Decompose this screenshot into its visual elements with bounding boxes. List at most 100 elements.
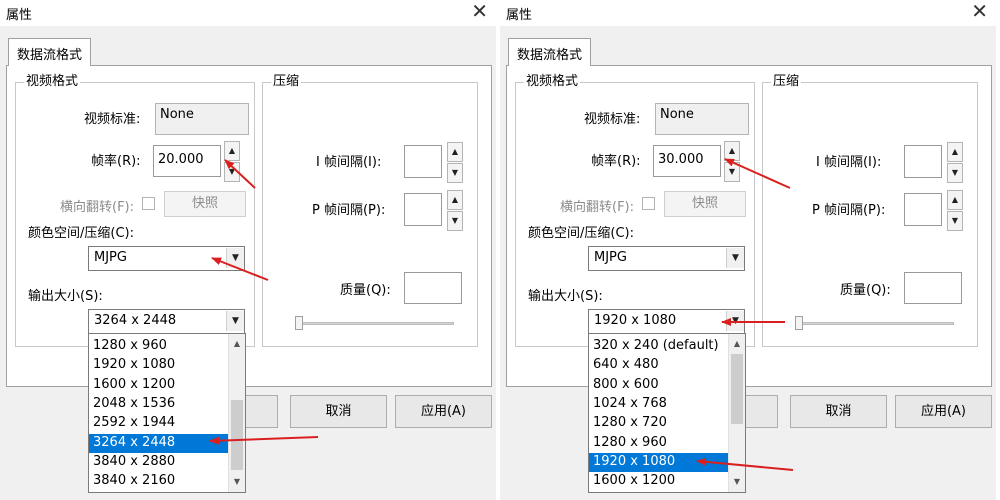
dropdown-item[interactable]: 3840 x 2160: [89, 472, 228, 491]
snapshot-button[interactable]: 快照: [164, 191, 246, 217]
window-title: 属性: [6, 8, 33, 23]
quality-slider[interactable]: [296, 322, 454, 325]
dropdown-item[interactable]: 3840 x 2880: [89, 453, 228, 472]
colorspace-value: MJPG: [594, 250, 627, 265]
chevron-down-icon[interactable]: ▼: [726, 248, 744, 268]
video-standard-label: 视频标准:: [584, 112, 641, 127]
dropdown-item[interactable]: 640 x 480: [589, 356, 728, 375]
tab-stream-format[interactable]: 数据流格式: [508, 38, 592, 66]
cancel-button[interactable]: 取消: [290, 395, 387, 428]
close-icon[interactable]: ✕: [971, 1, 988, 21]
output-size-dropdown-list[interactable]: 320 x 240 (default) 640 x 480 800 x 600 102…: [588, 333, 746, 493]
scroll-up-icon[interactable]: ▲: [729, 336, 745, 352]
scroll-down-icon[interactable]: ▼: [229, 474, 245, 490]
tab-label: 数据流格式: [17, 48, 83, 63]
flip-checkbox[interactable]: [142, 197, 155, 210]
scroll-up-icon[interactable]: ▲: [229, 336, 245, 352]
apply-button[interactable]: 应用(A): [395, 395, 492, 428]
spin-down-button[interactable]: ▼: [947, 163, 963, 183]
i-frame-interval-label: I 帧间隔(I):: [316, 155, 382, 170]
scrollbar-thumb[interactable]: [231, 400, 243, 470]
properties-dialog-left: 属性 ✕ 数据流格式 视频格式 压缩 视频标准: None 帧率(R): 20.…: [0, 0, 496, 500]
dropdown-item[interactable]: 1024 x 768: [589, 395, 728, 414]
i-frame-interval-input[interactable]: [904, 145, 942, 178]
p-frame-interval-label: P 帧间隔(P):: [812, 203, 886, 218]
dropdown-item[interactable]: 1920 x 1080: [89, 356, 228, 375]
tab-label: 数据流格式: [517, 48, 583, 63]
spin-down-button[interactable]: ▼: [724, 162, 740, 182]
dropdown-item[interactable]: 1280 x 720: [589, 414, 728, 433]
i-frame-interval-input[interactable]: [404, 145, 442, 178]
output-size-select[interactable]: 1920 x 1080 ▼: [588, 309, 745, 334]
spin-up-button[interactable]: ▲: [724, 141, 740, 161]
flip-checkbox[interactable]: [642, 197, 655, 210]
colorspace-value: MJPG: [94, 250, 127, 265]
apply-button[interactable]: 应用(A): [895, 395, 992, 428]
window-title: 属性: [506, 8, 533, 23]
group-label: 视频格式: [24, 74, 81, 90]
group-label: 压缩: [271, 74, 302, 90]
dropdown-item[interactable]: 1280 x 960: [589, 434, 728, 453]
tab-panel: 视频格式 压缩 视频标准: None 帧率(R): 30.000 ▲ ▼ 横向翻…: [506, 65, 992, 387]
output-size-select[interactable]: 3264 x 2448 ▼: [88, 309, 245, 334]
dropdown-item[interactable]: 1280 x 960: [89, 337, 228, 356]
output-size-label: 输出大小(S):: [528, 289, 603, 304]
output-size-value: 3264 x 2448: [94, 313, 177, 328]
spin-down-button[interactable]: ▼: [947, 211, 963, 231]
title-bar: 属性 ✕: [500, 0, 996, 26]
dropdown-item-selected[interactable]: 1920 x 1080: [589, 452, 728, 472]
slider-thumb[interactable]: [295, 316, 303, 330]
framerate-input[interactable]: 30.000: [653, 145, 721, 177]
spin-down-button[interactable]: ▼: [447, 211, 463, 231]
chevron-down-icon[interactable]: ▼: [226, 311, 244, 331]
flip-label: 横向翻转(F):: [560, 200, 635, 215]
quality-label: 质量(Q):: [840, 283, 891, 298]
quality-input[interactable]: [904, 272, 962, 304]
dropdown-item[interactable]: 800 x 600: [589, 376, 728, 395]
scrollbar-thumb[interactable]: [731, 354, 743, 424]
tab-stream-format[interactable]: 数据流格式: [8, 38, 92, 66]
dropdown-item-selected[interactable]: 3264 x 2448: [89, 433, 228, 453]
p-frame-interval-input[interactable]: [904, 193, 942, 226]
spin-down-button[interactable]: ▼: [224, 162, 240, 182]
chevron-down-icon[interactable]: ▼: [226, 248, 244, 268]
group-label: 视频格式: [524, 74, 581, 90]
group-label: 压缩: [771, 74, 802, 90]
framerate-label: 帧率(R):: [91, 154, 141, 169]
colorspace-select[interactable]: MJPG ▼: [88, 246, 245, 271]
spin-up-button[interactable]: ▲: [224, 141, 240, 161]
vertical-scrollbar[interactable]: ▲ ▼: [728, 334, 745, 492]
colorspace-label: 颜色空间/压缩(C):: [28, 226, 134, 241]
output-size-dropdown-list[interactable]: 1280 x 960 1920 x 1080 1600 x 1200 2048 x 1…: [88, 333, 246, 493]
video-standard-value: None: [155, 103, 249, 135]
flip-label: 横向翻转(F):: [60, 200, 135, 215]
spin-up-button[interactable]: ▲: [947, 142, 963, 162]
quality-slider[interactable]: [796, 322, 954, 325]
tab-panel: 视频格式 压缩 视频标准: None 帧率(R): 20.000 ▲ ▼ 横向翻…: [6, 65, 492, 387]
snapshot-button[interactable]: 快照: [664, 191, 746, 217]
vertical-scrollbar[interactable]: ▲ ▼: [228, 334, 245, 492]
title-bar: 属性 ✕: [0, 0, 496, 26]
scroll-down-icon[interactable]: ▼: [729, 474, 745, 490]
chevron-down-icon[interactable]: ▼: [726, 311, 744, 331]
quality-input[interactable]: [404, 272, 462, 304]
spin-up-button[interactable]: ▲: [947, 190, 963, 210]
dropdown-item[interactable]: 2048 x 1536: [89, 395, 228, 414]
properties-dialog-right: 属性 ✕ 数据流格式 视频格式 压缩 视频标准: None 帧率(R): 30.…: [500, 0, 996, 500]
cancel-button[interactable]: 取消: [790, 395, 887, 428]
p-frame-interval-input[interactable]: [404, 193, 442, 226]
slider-thumb[interactable]: [795, 316, 803, 330]
framerate-input[interactable]: 20.000: [153, 145, 221, 177]
spin-down-button[interactable]: ▼: [447, 163, 463, 183]
close-icon[interactable]: ✕: [471, 1, 488, 21]
framerate-label: 帧率(R):: [591, 154, 641, 169]
spin-up-button[interactable]: ▲: [447, 190, 463, 210]
dropdown-item[interactable]: 320 x 240 (default): [589, 337, 728, 356]
quality-label: 质量(Q):: [340, 283, 391, 298]
colorspace-select[interactable]: MJPG ▼: [588, 246, 745, 271]
dropdown-item[interactable]: 2592 x 1944: [89, 414, 228, 433]
video-standard-value: None: [655, 103, 749, 135]
dropdown-item[interactable]: 1600 x 1200: [89, 376, 228, 395]
spin-up-button[interactable]: ▲: [447, 142, 463, 162]
dropdown-item[interactable]: 1600 x 1200: [589, 472, 728, 491]
